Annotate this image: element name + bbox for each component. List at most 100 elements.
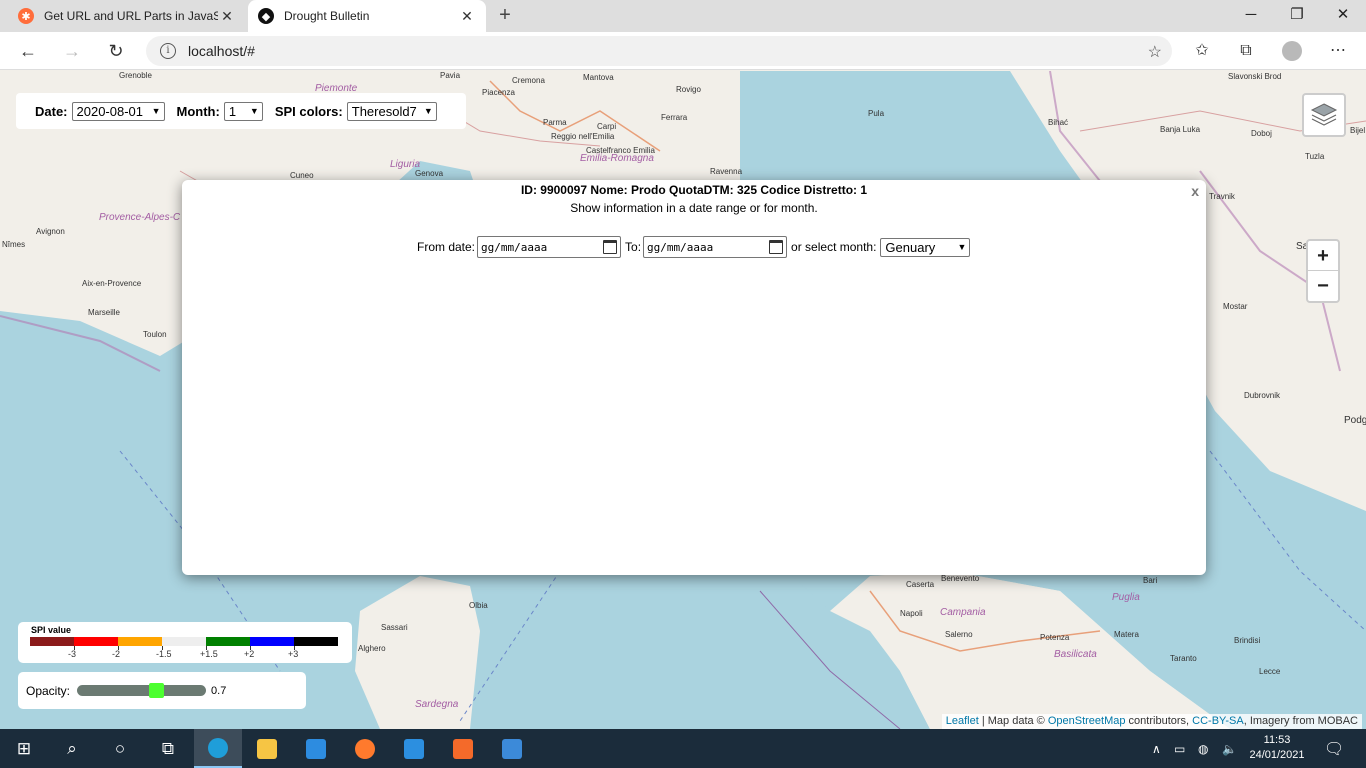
profile-avatar[interactable] bbox=[1282, 41, 1302, 61]
layers-button[interactable] bbox=[1302, 93, 1346, 137]
legend-color-bar bbox=[30, 637, 338, 646]
file-explorer-icon[interactable] bbox=[243, 729, 291, 768]
license-link[interactable]: CC-BY-SA bbox=[1192, 715, 1244, 727]
map-label: Aix-en-Provence bbox=[82, 279, 142, 288]
date-select[interactable]: 2020-08-01 ▼ bbox=[71, 101, 165, 121]
new-tab-button[interactable]: + bbox=[494, 4, 516, 28]
show-hidden-icons[interactable]: ∧ bbox=[1152, 729, 1161, 768]
map-label: Cremona bbox=[512, 76, 545, 85]
system-clock[interactable]: 11:53 24/01/2021 bbox=[1246, 733, 1308, 763]
to-date-label: To: bbox=[625, 240, 642, 254]
map-label: Reggio nell'Emilia bbox=[551, 132, 615, 141]
chevron-down-icon: ▼ bbox=[423, 106, 433, 116]
close-window-button[interactable]: ✕ bbox=[1320, 0, 1366, 32]
popup-header: ID: 9900097 Nome: Prodo QuotaDTM: 325 Co… bbox=[520, 183, 868, 197]
firefox-icon[interactable] bbox=[341, 729, 389, 768]
map-label: Toulon bbox=[143, 330, 167, 339]
map-label: Lecce bbox=[1259, 667, 1281, 676]
legend-title: SPI value bbox=[31, 625, 72, 635]
month-label: Month: bbox=[176, 103, 220, 119]
map-label: Tuzla bbox=[1305, 152, 1325, 161]
more-menu-icon[interactable]: ⋯ bbox=[1323, 36, 1353, 66]
calendar-icon[interactable] bbox=[603, 240, 618, 254]
tab-drought-bulletin[interactable]: ◆ Drought Bulletin ✕ bbox=[248, 0, 486, 32]
map-region-label: Basilicata bbox=[1054, 649, 1097, 660]
legend-swatch bbox=[118, 637, 162, 646]
network-icon[interactable]: ◍ bbox=[1198, 729, 1208, 768]
photos-icon[interactable] bbox=[488, 729, 536, 768]
zoom-in-button[interactable]: + bbox=[1308, 241, 1338, 271]
vscode-icon[interactable] bbox=[390, 729, 438, 768]
spi-colors-value: Theresold7 bbox=[351, 103, 417, 119]
tab-title: Get URL and URL Parts in JavaSc bbox=[44, 9, 218, 23]
from-date-input[interactable]: gg/mm/aaaa bbox=[477, 236, 622, 258]
calendar-icon[interactable] bbox=[769, 240, 784, 254]
task-view-icon[interactable]: ⧉ bbox=[144, 729, 192, 768]
battery-icon[interactable]: ▭ bbox=[1174, 729, 1185, 768]
spi-colors-select[interactable]: Theresold7 ▼ bbox=[346, 101, 437, 121]
map-attribution: Leaflet | Map data © OpenStreetMap contr… bbox=[941, 714, 1362, 729]
cortana-icon[interactable]: ○ bbox=[96, 729, 144, 768]
map-label: Sassari bbox=[381, 623, 408, 632]
map-label: Brindisi bbox=[1234, 636, 1261, 645]
popup-month-select[interactable]: Genuary ▼ bbox=[880, 237, 971, 257]
map-container[interactable]: Grenoble Pavia Cremona Mantova Rovigo Pi… bbox=[0, 71, 1366, 729]
opacity-value: 0.7 bbox=[211, 684, 227, 697]
map-label: Taranto bbox=[1170, 654, 1197, 663]
firebase-flame-icon: ✱ bbox=[18, 8, 34, 24]
address-bar[interactable]: i localhost/# ☆ bbox=[146, 36, 1172, 66]
map-label: Cuneo bbox=[290, 171, 314, 180]
to-date-input[interactable]: gg/mm/aaaa bbox=[643, 236, 788, 258]
xampp-icon[interactable] bbox=[439, 729, 487, 768]
month-select[interactable]: 1 ▼ bbox=[223, 101, 263, 121]
opacity-slider-thumb[interactable] bbox=[148, 683, 164, 698]
map-label: Rovigo bbox=[676, 85, 701, 94]
add-favorite-icon[interactable]: ☆ bbox=[1148, 42, 1162, 62]
forward-button[interactable]: → bbox=[57, 36, 87, 66]
edge-browser-icon[interactable] bbox=[194, 729, 242, 768]
windows-taskbar: ⊞ ⌕ ○ ⧉ ∧ ▭ ◍ 🔈 11:53 24/01/2021 🗨 bbox=[0, 729, 1366, 768]
back-button[interactable]: ← bbox=[13, 36, 43, 66]
popup-subtitle: Show information in a date range or for … bbox=[570, 201, 818, 215]
notifications-icon[interactable]: 🗨 bbox=[1324, 729, 1344, 768]
leaflet-link[interactable]: Leaflet bbox=[946, 715, 979, 727]
map-label: Alghero bbox=[358, 644, 386, 653]
map-label: Slavonski Brod bbox=[1228, 72, 1282, 81]
attribution-text: , Imagery from MOBAC bbox=[1243, 715, 1358, 727]
legend-tick-label: +2 bbox=[244, 649, 255, 659]
legend-swatch bbox=[74, 637, 118, 646]
minimize-button[interactable]: ─ bbox=[1228, 0, 1274, 32]
map-label: Mostar bbox=[1223, 302, 1248, 311]
popup-month-value: Genuary bbox=[885, 239, 936, 255]
map-label: Pula bbox=[868, 109, 885, 118]
url-text: localhost/# bbox=[188, 43, 255, 59]
site-info-icon[interactable]: i bbox=[160, 43, 176, 59]
bulletin-logo-icon: ◆ bbox=[258, 8, 274, 24]
close-tab-icon[interactable]: ✕ bbox=[218, 8, 236, 25]
close-tab-icon[interactable]: ✕ bbox=[458, 8, 476, 25]
volume-icon[interactable]: 🔈 bbox=[1222, 729, 1237, 768]
mail-icon[interactable] bbox=[292, 729, 340, 768]
favorites-icon[interactable]: ✩ bbox=[1187, 36, 1217, 66]
attribution-text: contributors, bbox=[1125, 715, 1193, 727]
reload-button[interactable]: ↻ bbox=[101, 36, 131, 66]
legend-swatch bbox=[250, 637, 294, 646]
collections-icon[interactable]: ⧉ bbox=[1231, 36, 1261, 66]
osm-link[interactable]: OpenStreetMap bbox=[1048, 715, 1126, 727]
search-icon[interactable]: ⌕ bbox=[48, 729, 96, 768]
map-label: Pavia bbox=[440, 71, 461, 80]
from-date-placeholder: gg/mm/aaaa bbox=[481, 240, 548, 254]
to-date-placeholder: gg/mm/aaaa bbox=[647, 240, 714, 254]
legend-swatch bbox=[206, 637, 250, 646]
map-label: Bijel bbox=[1350, 126, 1366, 135]
opacity-slider[interactable] bbox=[77, 683, 207, 698]
windows-start-icon[interactable]: ⊞ bbox=[0, 729, 48, 768]
map-label: Salerno bbox=[945, 630, 973, 639]
map-label: Matera bbox=[1114, 630, 1139, 639]
map-region-label: Emilia-Romagna bbox=[580, 153, 654, 164]
restore-button[interactable]: ❐ bbox=[1274, 0, 1320, 32]
zoom-out-button[interactable]: − bbox=[1308, 271, 1338, 301]
legend-tick-label: -3 bbox=[68, 649, 77, 659]
tab-get-url[interactable]: ✱ Get URL and URL Parts in JavaSc ✕ bbox=[8, 0, 246, 32]
date-label: Date: bbox=[35, 103, 68, 119]
